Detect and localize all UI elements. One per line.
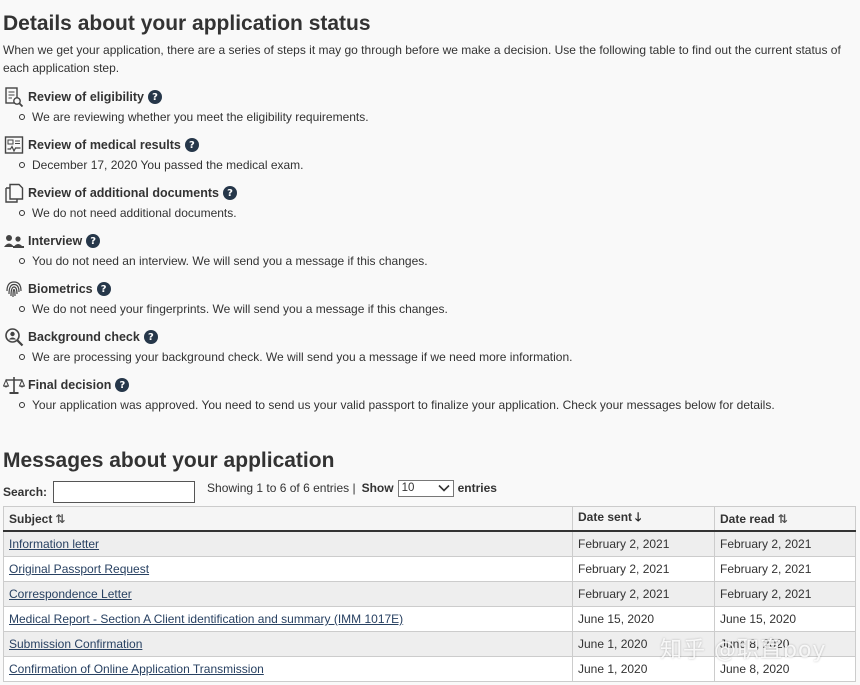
step-description: We are processing your background check.… (19, 350, 573, 364)
message-link[interactable]: Information letter (9, 537, 99, 551)
status-step-documents: Review of additional documents ? We do n… (3, 182, 853, 230)
message-link[interactable]: Confirmation of Online Application Trans… (9, 662, 264, 676)
date-read-cell: June 15, 2020 (714, 606, 856, 632)
column-header-label: Subject (9, 511, 53, 526)
step-title: Background check (28, 330, 140, 344)
step-description: We are reviewing whether you meet the el… (19, 110, 369, 124)
table-row: Medical Report - Section A Client identi… (3, 606, 856, 632)
sort-both-icon: ⇅ (55, 511, 66, 526)
status-step-biometrics: Biometrics ? We do not need your fingerp… (3, 278, 853, 326)
interview-icon (3, 230, 25, 252)
status-intro-text: When we get your application, there are … (3, 43, 841, 75)
step-title: Review of medical results (28, 138, 181, 152)
help-icon[interactable]: ? (86, 234, 101, 248)
subject-cell: Correspondence Letter (3, 581, 573, 607)
table-row: Original Passport Request February 2, 20… (3, 556, 856, 582)
message-link[interactable]: Original Passport Request (9, 562, 149, 576)
status-section-title: Details about your application status (3, 12, 371, 35)
message-link[interactable]: Submission Confirmation (9, 637, 142, 651)
step-title: Biometrics (28, 282, 93, 296)
column-header-label: Date sent (578, 510, 633, 524)
page-length-select[interactable]: 10 (397, 479, 454, 497)
column-header-date-read[interactable]: Date read ⇅ (714, 506, 856, 532)
help-icon[interactable]: ? (223, 186, 237, 200)
date-sent-cell: February 2, 2021 (572, 581, 715, 607)
status-step-eligibility: Review of eligibility ? We are reviewing… (3, 86, 853, 134)
medical-icon (3, 134, 25, 156)
date-read-cell: February 2, 2021 (714, 581, 856, 607)
step-description: You do not need an interview. We will se… (19, 254, 428, 268)
chevron-down-icon (438, 484, 450, 492)
table-row: Correspondence Letter February 2, 2021 F… (3, 581, 856, 607)
step-description: December 17, 2020 You passed the medical… (19, 158, 304, 172)
sort-desc-icon: 🡓 (635, 510, 642, 524)
step-title: Final decision (28, 378, 112, 392)
search-label: Search: (3, 485, 48, 499)
sort-both-icon: ⇅ (777, 511, 788, 526)
help-icon[interactable]: ? (148, 90, 162, 104)
date-sent-cell: June 15, 2020 (572, 606, 715, 632)
watermark: 知乎 @职直boy (660, 638, 827, 663)
subject-cell: Medical Report - Section A Client identi… (3, 606, 573, 632)
date-read-cell: February 2, 2021 (714, 556, 856, 582)
entries-label: entries (457, 481, 497, 495)
status-step-medical: Review of medical results ? December 17,… (3, 134, 853, 182)
documents-icon (3, 182, 25, 204)
date-sent-cell: February 2, 2021 (572, 530, 715, 557)
date-read-cell: February 2, 2021 (714, 530, 856, 557)
column-header-subject[interactable]: Subject ⇅ (3, 506, 573, 532)
step-description: Your application was approved. You need … (19, 398, 775, 412)
subject-cell: Original Passport Request (3, 556, 573, 582)
messages-section-title: Messages about your application (3, 449, 335, 472)
step-description: We do not need additional documents. (19, 206, 237, 220)
step-title: Review of eligibility (28, 90, 144, 104)
step-description: We do not need your fingerprints. We wil… (19, 302, 448, 316)
status-steps-list: Review of eligibility ? We are reviewing… (3, 86, 853, 422)
status-step-final-decision: Final decision ? Your application was ap… (3, 374, 853, 422)
message-link[interactable]: Correspondence Letter (9, 587, 132, 601)
search-input[interactable] (53, 481, 196, 503)
page-length-value: 10 (401, 482, 415, 494)
step-title: Interview (28, 234, 83, 248)
status-step-background-check: Background check ? We are processing you… (3, 326, 853, 374)
message-link[interactable]: Medical Report - Section A Client identi… (9, 612, 403, 626)
entries-info-text: Showing 1 to 6 of 6 entries | (207, 481, 356, 495)
column-header-label: Date read (720, 511, 775, 526)
fingerprint-icon (3, 278, 25, 300)
scales-icon (3, 374, 25, 396)
subject-cell: Submission Confirmation (3, 631, 573, 657)
subject-cell: Confirmation of Online Application Trans… (3, 656, 573, 682)
status-step-interview: Interview ? You do not need an interview… (3, 230, 853, 278)
show-label: Show (361, 481, 394, 495)
subject-cell: Information letter (3, 530, 573, 557)
table-controls: Search: Showing 1 to 6 of 6 entries | Sh… (3, 479, 853, 504)
date-sent-cell: February 2, 2021 (572, 556, 715, 582)
help-icon[interactable]: ? (143, 330, 158, 344)
table-header-row: Subject ⇅ Date sent 🡓 Date read ⇅ (3, 506, 856, 532)
background-check-icon (3, 326, 25, 348)
table-row: Information letter February 2, 2021 Febr… (3, 530, 856, 557)
help-icon[interactable]: ? (96, 282, 111, 296)
eligibility-icon (3, 86, 25, 108)
help-icon[interactable]: ? (184, 138, 199, 152)
step-title: Review of additional documents (28, 186, 219, 200)
help-icon[interactable]: ? (115, 378, 130, 392)
column-header-date-sent[interactable]: Date sent 🡓 (572, 506, 715, 532)
